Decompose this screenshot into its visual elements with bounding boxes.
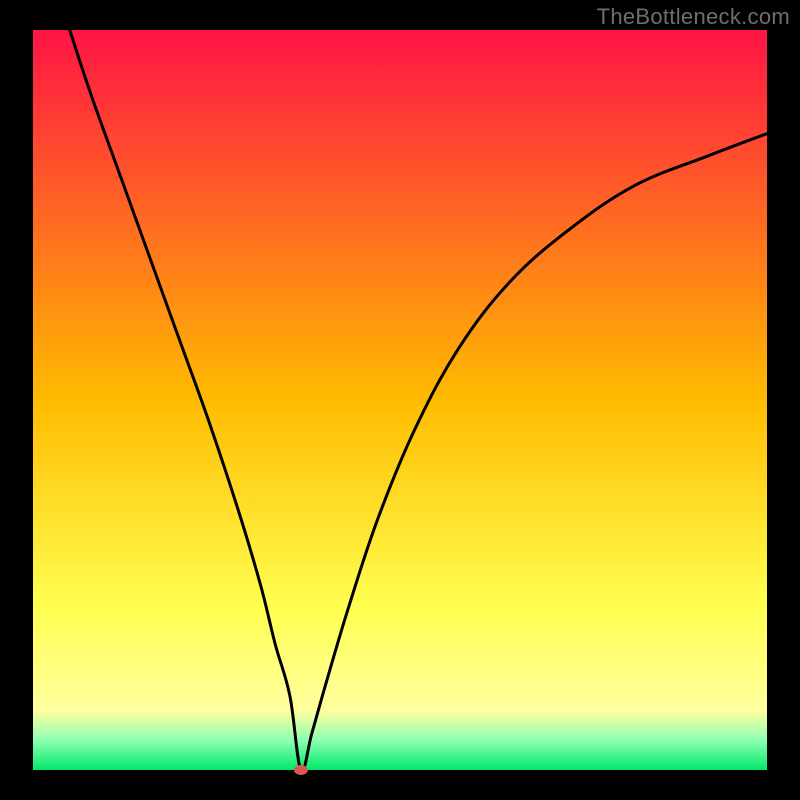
chart-svg — [0, 0, 800, 800]
plot-area — [33, 30, 767, 770]
chart-container: TheBottleneck.com — [0, 0, 800, 800]
marker-dot — [294, 765, 308, 775]
watermark-text: TheBottleneck.com — [597, 4, 790, 30]
